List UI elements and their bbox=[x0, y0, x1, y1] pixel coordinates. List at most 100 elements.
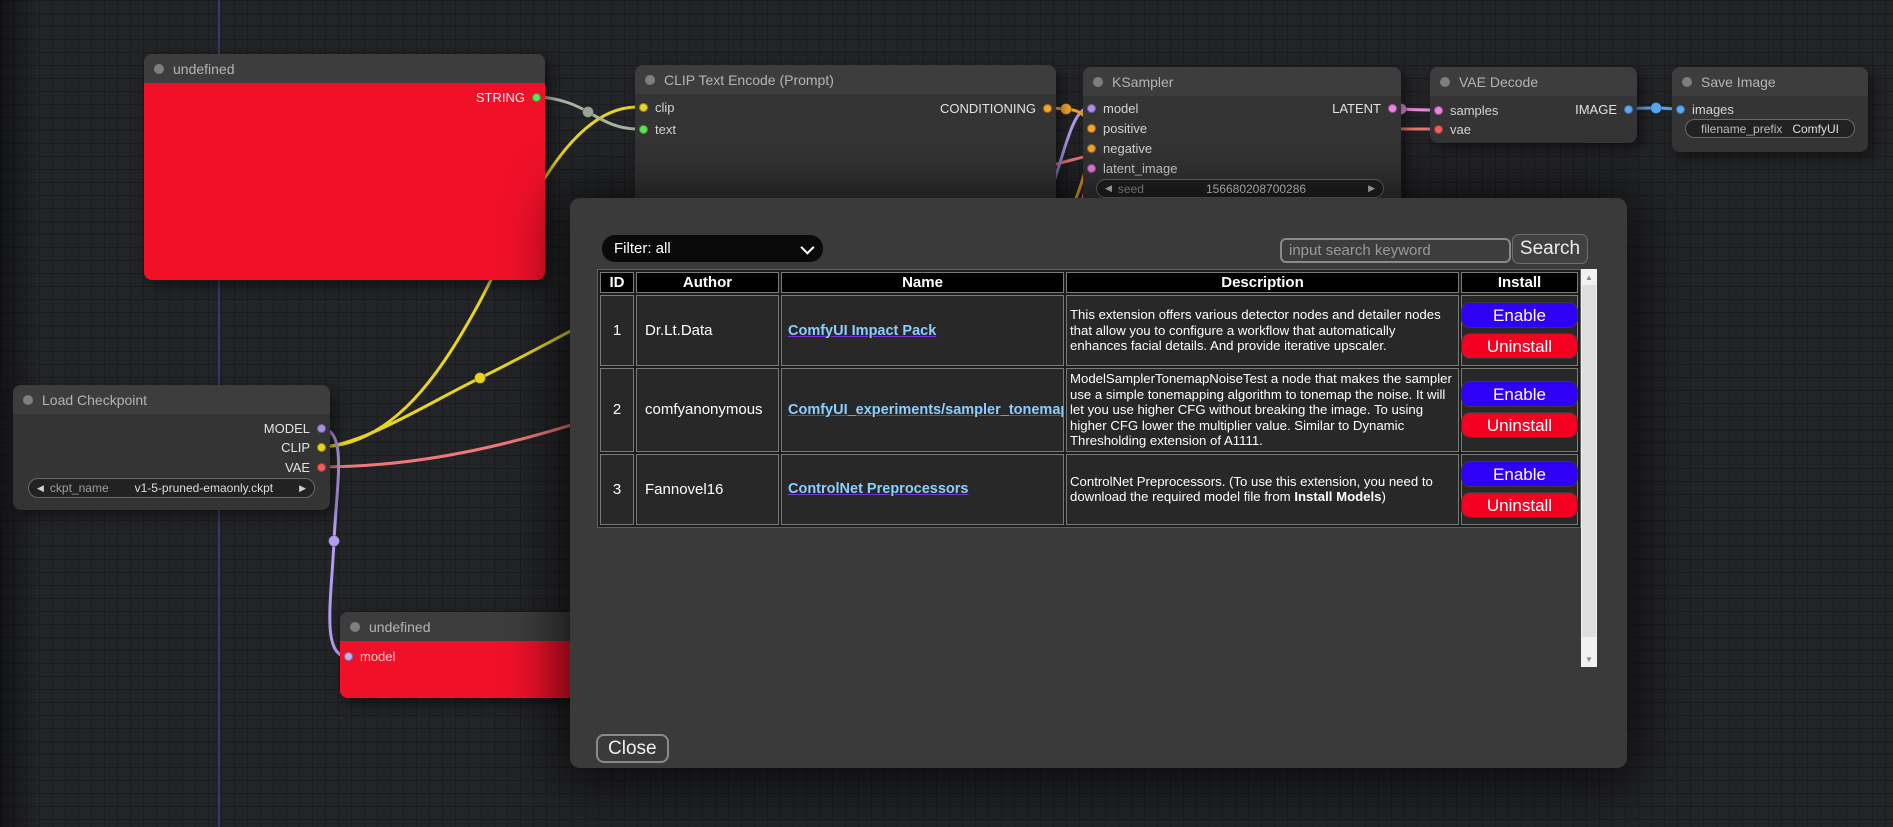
cell-description: ModelSamplerTonemapNoiseTest a node that… bbox=[1066, 368, 1459, 452]
cell-author: comfyanonymous bbox=[636, 368, 779, 452]
node-title: undefined bbox=[173, 61, 235, 77]
port-text-input[interactable] bbox=[639, 125, 648, 134]
enable-button[interactable]: Enable bbox=[1461, 302, 1578, 328]
node-title-bar[interactable]: undefined bbox=[340, 612, 580, 641]
node-vae-decode[interactable]: VAE Decode samples vae IMAGE bbox=[1430, 67, 1637, 143]
next-arrow-icon[interactable]: ▶ bbox=[1368, 183, 1375, 194]
extension-manager-dialog: Filter: all Search ID Author Name Descri… bbox=[570, 198, 1627, 768]
extension-link[interactable]: ComfyUI_experiments/sampler_tonemap bbox=[788, 402, 1064, 418]
node-collapse-dot-icon[interactable] bbox=[350, 622, 360, 632]
reroute-dot-blue[interactable] bbox=[1651, 103, 1662, 114]
port-samples-input[interactable] bbox=[1434, 106, 1443, 115]
cell-author: Fannovel16 bbox=[636, 454, 779, 525]
enable-button[interactable]: Enable bbox=[1461, 381, 1578, 407]
node-collapse-dot-icon[interactable] bbox=[1440, 77, 1450, 87]
chevron-down-icon bbox=[800, 240, 814, 254]
port-model-input[interactable] bbox=[344, 652, 353, 661]
scroll-down-icon[interactable]: ▼ bbox=[1581, 651, 1597, 667]
port-string-output[interactable] bbox=[532, 93, 541, 102]
node-undefined-top[interactable]: undefined STRING bbox=[144, 54, 545, 280]
port-vae-input[interactable] bbox=[1434, 125, 1443, 134]
port-vae-output[interactable] bbox=[317, 463, 326, 472]
extension-link[interactable]: ControlNet Preprocessors bbox=[788, 481, 969, 497]
scrollbar-thumb[interactable] bbox=[1582, 285, 1596, 637]
node-collapse-dot-icon[interactable] bbox=[1093, 77, 1103, 87]
close-button[interactable]: Close bbox=[596, 734, 669, 763]
col-header-id: ID bbox=[600, 272, 634, 293]
node-title-bar[interactable]: KSampler bbox=[1083, 67, 1401, 96]
reroute-dot-purple[interactable] bbox=[329, 536, 340, 547]
node-title: Load Checkpoint bbox=[42, 392, 147, 408]
filename-prefix-value: ComfyUI bbox=[1792, 122, 1839, 136]
port-model-input[interactable] bbox=[1087, 104, 1096, 113]
search-button[interactable]: Search bbox=[1512, 234, 1588, 264]
port-latent-output[interactable] bbox=[1388, 104, 1397, 113]
seed-value: 156680208700286 bbox=[1150, 182, 1362, 196]
table-header-row: ID Author Name Description Install bbox=[600, 272, 1578, 293]
output-string: STRING bbox=[476, 88, 541, 106]
col-header-name: Name bbox=[781, 272, 1064, 293]
vertical-scrollbar[interactable]: ▲ ▼ bbox=[1581, 269, 1597, 667]
enable-button[interactable]: Enable bbox=[1461, 461, 1578, 487]
cell-id: 2 bbox=[600, 368, 634, 452]
node-save-image[interactable]: Save Image images filename_prefix ComfyU… bbox=[1672, 67, 1868, 152]
cell-id: 3 bbox=[600, 454, 634, 525]
prev-arrow-icon[interactable]: ◀ bbox=[37, 483, 44, 494]
reroute-dot-gray[interactable] bbox=[583, 107, 594, 118]
node-title-bar[interactable]: VAE Decode bbox=[1430, 67, 1637, 96]
port-model-output[interactable] bbox=[317, 424, 326, 433]
scroll-up-icon[interactable]: ▲ bbox=[1581, 269, 1597, 285]
node-undefined-bottom[interactable]: undefined model bbox=[340, 612, 580, 698]
filter-select[interactable]: Filter: all bbox=[602, 235, 823, 262]
input-vae: vae bbox=[1434, 120, 1471, 138]
input-model: model bbox=[1087, 99, 1138, 117]
node-title-bar[interactable]: Save Image bbox=[1672, 67, 1868, 96]
cell-id: 1 bbox=[600, 295, 634, 366]
input-text: text bbox=[639, 120, 676, 138]
ckpt-name-widget[interactable]: ◀ ckpt_name v1-5-pruned-emaonly.ckpt ▶ bbox=[28, 478, 315, 498]
port-latent-image-input[interactable] bbox=[1087, 164, 1096, 173]
node-title-bar[interactable]: CLIP Text Encode (Prompt) bbox=[635, 65, 1056, 94]
input-samples: samples bbox=[1434, 101, 1498, 119]
output-image: IMAGE bbox=[1575, 100, 1633, 118]
node-collapse-dot-icon[interactable] bbox=[23, 395, 33, 405]
uninstall-button[interactable]: Uninstall bbox=[1461, 492, 1578, 518]
reroute-dot-orange[interactable] bbox=[1061, 104, 1072, 115]
uninstall-button[interactable]: Uninstall bbox=[1461, 333, 1578, 359]
port-conditioning-output[interactable] bbox=[1043, 104, 1052, 113]
col-header-author: Author bbox=[636, 272, 779, 293]
input-latent-image: latent_image bbox=[1087, 159, 1177, 177]
next-arrow-icon[interactable]: ▶ bbox=[299, 483, 306, 494]
reroute-dot-yellow[interactable] bbox=[475, 373, 486, 384]
output-model: MODEL bbox=[264, 419, 326, 437]
uninstall-button[interactable]: Uninstall bbox=[1461, 412, 1578, 438]
input-negative: negative bbox=[1087, 139, 1152, 157]
cell-description: This extension offers various detector n… bbox=[1066, 295, 1459, 366]
input-positive: positive bbox=[1087, 119, 1147, 137]
port-clip-output[interactable] bbox=[317, 443, 326, 452]
extension-link[interactable]: ComfyUI Impact Pack bbox=[788, 323, 936, 339]
prev-arrow-icon[interactable]: ◀ bbox=[1105, 183, 1112, 194]
seed-widget[interactable]: ◀ seed 156680208700286 ▶ bbox=[1096, 179, 1384, 198]
node-collapse-dot-icon[interactable] bbox=[1682, 77, 1692, 87]
port-image-output[interactable] bbox=[1624, 105, 1633, 114]
node-clip-text-encode[interactable]: CLIP Text Encode (Prompt) clip text COND… bbox=[635, 65, 1056, 206]
cell-description: ControlNet Preprocessors. (To use this e… bbox=[1066, 454, 1459, 525]
port-positive-input[interactable] bbox=[1087, 124, 1096, 133]
table-row: 3 Fannovel16 ControlNet Preprocessors Co… bbox=[600, 454, 1578, 525]
node-title-bar[interactable]: undefined bbox=[144, 54, 545, 83]
input-clip: clip bbox=[639, 98, 675, 116]
col-header-install: Install bbox=[1461, 272, 1578, 293]
node-collapse-dot-icon[interactable] bbox=[154, 64, 164, 74]
search-input[interactable] bbox=[1280, 238, 1511, 263]
node-ksampler[interactable]: KSampler model positive negative latent_… bbox=[1083, 67, 1401, 217]
ckpt-name-value: v1-5-pruned-emaonly.ckpt bbox=[115, 481, 293, 495]
node-collapse-dot-icon[interactable] bbox=[645, 75, 655, 85]
port-images-input[interactable] bbox=[1676, 105, 1685, 114]
filename-prefix-widget[interactable]: filename_prefix ComfyUI bbox=[1685, 119, 1855, 138]
port-clip-input[interactable] bbox=[639, 103, 648, 112]
comfyui-canvas[interactable]: undefined STRING CLIP Text Encode (Promp… bbox=[0, 0, 1893, 827]
node-load-checkpoint[interactable]: Load Checkpoint MODEL CLIP VAE ◀ ckpt_na… bbox=[13, 385, 330, 510]
port-negative-input[interactable] bbox=[1087, 144, 1096, 153]
node-title-bar[interactable]: Load Checkpoint bbox=[13, 385, 330, 414]
